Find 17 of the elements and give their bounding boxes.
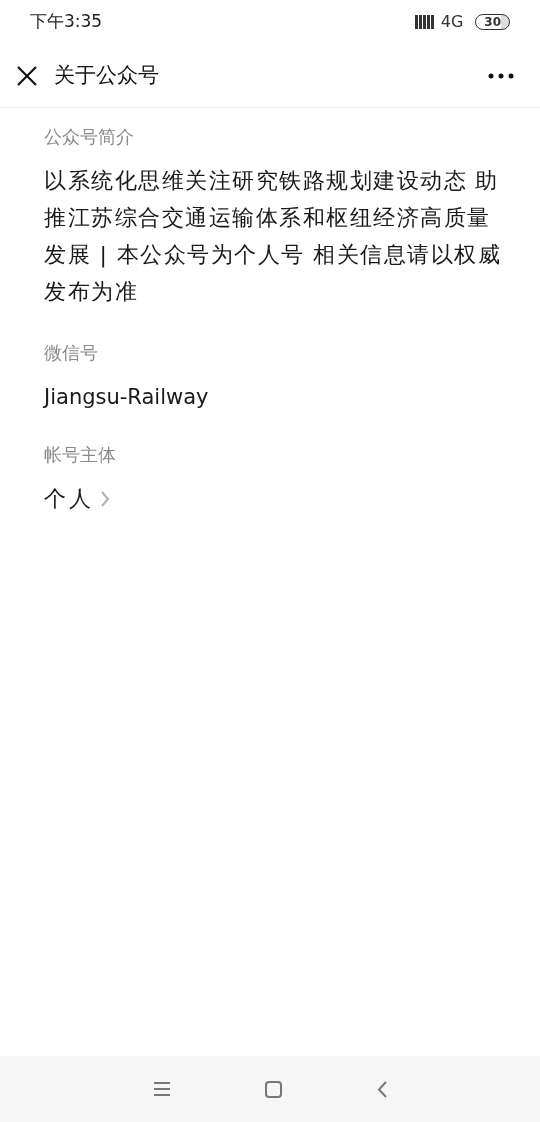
page-title: 关于公众号: [54, 61, 159, 89]
status-time: 下午3:35: [30, 10, 103, 34]
network-type: 4G: [440, 11, 464, 33]
section-label: 帐号主体: [44, 443, 117, 467]
wechat-id: Jiangsu-Railway: [44, 384, 209, 411]
menu-icon[interactable]: [153, 1082, 170, 1096]
battery-indicator: 30: [475, 14, 510, 30]
account-entity-link[interactable]: 个人: [44, 484, 110, 514]
more-icon[interactable]: [488, 72, 514, 79]
section-label: 微信号: [44, 341, 99, 365]
section-label: 公众号简介: [44, 125, 135, 149]
chevron-right-icon: [100, 490, 110, 508]
signal-icon: [414, 15, 435, 29]
back-icon[interactable]: [376, 1080, 387, 1098]
home-square-icon[interactable]: [264, 1080, 282, 1098]
description-text: 以系统化思维关注研究铁路规划建设动态 助推江苏综合交通运输体系和枢纽经济高质量发展 | 本公众号为个人号 相关信息请以权威发布为准: [44, 167, 503, 306]
close-icon[interactable]: [16, 64, 38, 87]
